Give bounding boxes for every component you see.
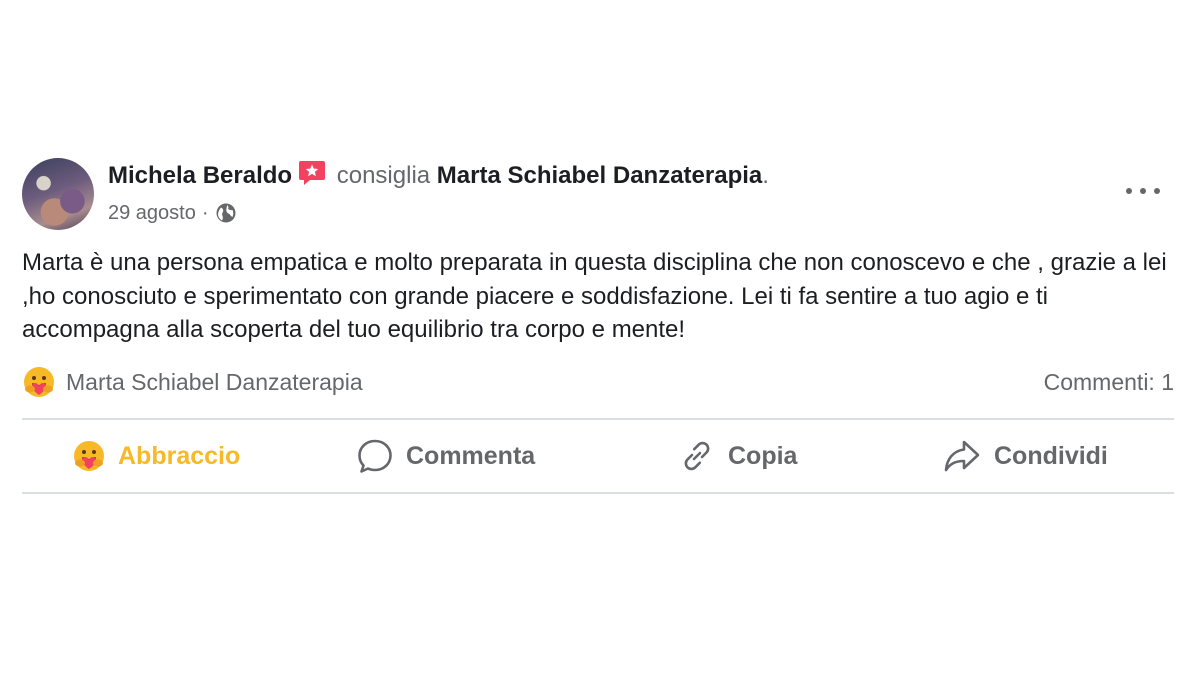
author-name[interactable]: Michela Beraldo — [108, 162, 292, 189]
comment-bubble-icon — [356, 437, 394, 475]
comments-count[interactable]: Commenti: 1 — [1044, 364, 1174, 400]
hug-reaction-icon — [72, 439, 106, 473]
avatar[interactable] — [22, 158, 94, 230]
divider — [22, 418, 1174, 420]
recommend-verb: consiglia — [336, 162, 431, 189]
action-bar: Abbraccio Commenta Copia Condividi — [22, 422, 1174, 490]
recommended-page-name[interactable]: Marta Schiabel Danzaterapia — [437, 162, 762, 189]
globe-icon — [215, 202, 237, 224]
header-period: . — [762, 162, 769, 189]
hug-reaction-icon — [22, 365, 56, 399]
post-body: Marta è una persona empatica e molto pre… — [22, 249, 1167, 343]
post-meta: 29 agosto · — [108, 199, 237, 227]
comment-button[interactable]: Commenta — [356, 422, 535, 490]
recommend-star-icon — [298, 160, 326, 186]
share-arrow-icon — [942, 437, 982, 475]
post-header: Michela Beraldo consiglia Marta Schiabel… — [108, 160, 769, 192]
reactions-label: Marta Schiabel Danzaterapia — [66, 368, 363, 395]
link-icon — [678, 437, 716, 475]
more-options-icon[interactable] — [1126, 180, 1160, 202]
hug-button[interactable]: Abbraccio — [72, 422, 240, 490]
post-date[interactable]: 29 agosto — [108, 199, 196, 227]
reactions-summary[interactable]: Marta Schiabel Danzaterapia — [22, 364, 363, 400]
copy-link-label: Copia — [728, 441, 798, 470]
copy-link-button[interactable]: Copia — [678, 422, 797, 490]
hug-button-label: Abbraccio — [118, 441, 241, 470]
comment-button-label: Commenta — [406, 441, 536, 470]
share-button[interactable]: Condividi — [942, 422, 1108, 490]
post-card: Michela Beraldo consiglia Marta Schiabel… — [0, 0, 1200, 675]
share-button-label: Condividi — [994, 441, 1108, 470]
meta-separator: · — [201, 202, 209, 224]
divider — [22, 492, 1174, 494]
